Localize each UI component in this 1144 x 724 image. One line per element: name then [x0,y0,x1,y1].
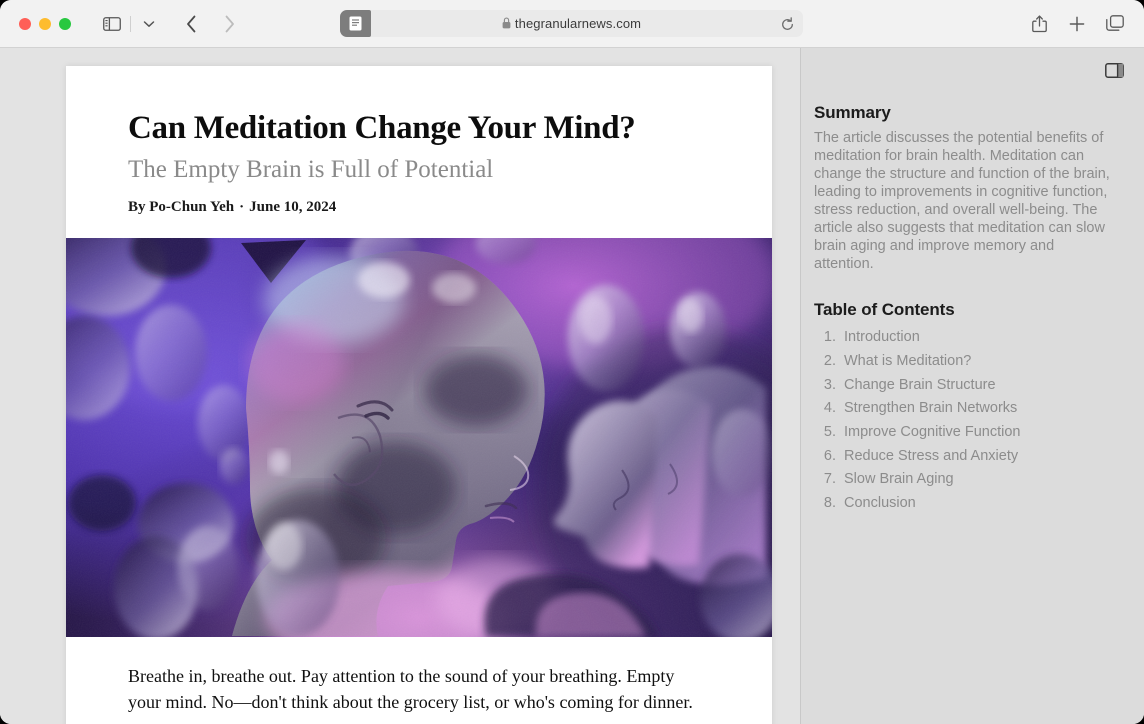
hero-illustration [66,237,772,637]
toc-item[interactable]: 5. Improve Cognitive Function [814,421,1116,445]
article-header: Can Meditation Change Your Mind? The Emp… [66,66,772,238]
summary-heading: Summary [814,103,891,122]
toc-item-number: 2. [823,353,836,370]
toc-item-label: Reduce Stress and Anxiety [844,447,1019,464]
hide-sidebar-button[interactable] [1100,59,1128,83]
toc-item-label: Strengthen Brain Networks [844,400,1018,417]
sidebar-content: Summary The article discusses the potent… [801,93,1144,515]
toc-item-number: 4. [823,400,836,417]
byline-date: June 10, 2024 [249,198,337,215]
summary-text: The article discusses the potential bene… [814,130,1110,272]
toc-item-label: Change Brain Structure [844,376,996,393]
toc-item-label: Slow Brain Aging [844,471,954,488]
minimize-window-button[interactable] [39,17,51,30]
toc-item[interactable]: 3. Change Brain Structure [814,373,1116,397]
article-body: Breathe in, breathe out. Pay attention t… [66,637,772,724]
byline-author: By Po-Chun Yeh [128,198,235,215]
sidebar-toggle-button[interactable] [97,11,127,37]
toc-item-label: What is Meditation? [844,353,972,370]
toolbar-actions [1024,0,1130,47]
summary-sidebar: Summary The article discusses the potent… [801,48,1144,724]
address-bar[interactable]: thegranularnews.com [340,10,803,37]
address-field[interactable]: thegranularnews.com [340,10,803,37]
chevron-down-icon [143,20,155,27]
share-icon [1031,14,1047,32]
browser-toolbar: thegranularnews.com [0,0,1144,48]
article-card: Can Meditation Change Your Mind? The Emp… [66,66,772,724]
forward-button[interactable] [214,11,244,37]
new-tab-button[interactable] [1062,11,1092,37]
navigation-controls [97,11,244,37]
toc-item-label: Introduction [844,329,920,346]
toc-item-label: Conclusion [844,495,916,512]
maximize-window-button[interactable] [59,17,71,30]
share-button[interactable] [1024,11,1054,37]
table-of-contents-list: 1. Introduction 2. What is Meditation? 3. Cha… [814,326,1116,516]
tab-overview-button[interactable] [1100,11,1130,37]
toc-item-label: Improve Cognitive Function [844,424,1021,441]
browser-window: thegranularnews.com Can Meditation Chang… [0,0,1144,724]
article-byline: By Po-Chun Yeh · June 10, 2024 [128,199,710,216]
toc-item[interactable]: 1. Introduction [814,326,1116,350]
article-title: Can Meditation Change Your Mind? [128,110,636,146]
sidebar-icon [103,16,121,31]
byline-separator: · [239,198,245,215]
toc-item-number: 8. [823,495,836,512]
reload-icon [781,16,793,30]
url-text: thegranularnews.com [514,16,642,31]
browser-content: Can Meditation Change Your Mind? The Emp… [0,48,1144,724]
back-button[interactable] [176,11,206,37]
lock-icon [502,16,511,34]
toc-heading: Table of Contents [814,299,955,319]
toc-item[interactable]: 4. Strengthen Brain Networks [814,397,1116,421]
article-paragraph: Breathe in, breathe out. Pay attention t… [128,665,693,713]
close-window-button[interactable] [19,17,31,30]
toc-item[interactable]: 7. Slow Brain Aging [814,468,1116,492]
sidebar-toolbar [801,48,1144,93]
chevron-right-icon [225,15,234,32]
reader-mode-button[interactable] [340,10,371,37]
toc-item-number: 6. [823,447,836,464]
toc-item[interactable]: 6. Reduce Stress and Anxiety [814,444,1116,468]
article-hero-image [66,237,772,637]
toc-item-number: 3. [823,376,836,393]
tab-overview-icon [1106,15,1124,31]
tab-group-menu-button[interactable] [134,11,164,37]
reader-pane: Can Meditation Change Your Mind? The Emp… [0,48,800,724]
toc-item[interactable]: 2. What is Meditation? [814,349,1116,373]
toc-item-number: 7. [823,471,836,488]
chevron-left-icon [186,15,195,32]
window-controls [19,17,71,30]
toc-item-number: 5. [823,424,836,441]
reader-document-icon [349,16,362,31]
toolbar-divider [130,15,131,32]
panel-right-icon [1104,63,1124,78]
plus-icon [1069,16,1085,31]
article-subtitle: The Empty Brain is Full of Potential [128,155,494,183]
toc-item[interactable]: 8. Conclusion [814,492,1116,516]
toc-item-number: 1. [823,329,836,346]
reload-button[interactable] [777,14,797,34]
